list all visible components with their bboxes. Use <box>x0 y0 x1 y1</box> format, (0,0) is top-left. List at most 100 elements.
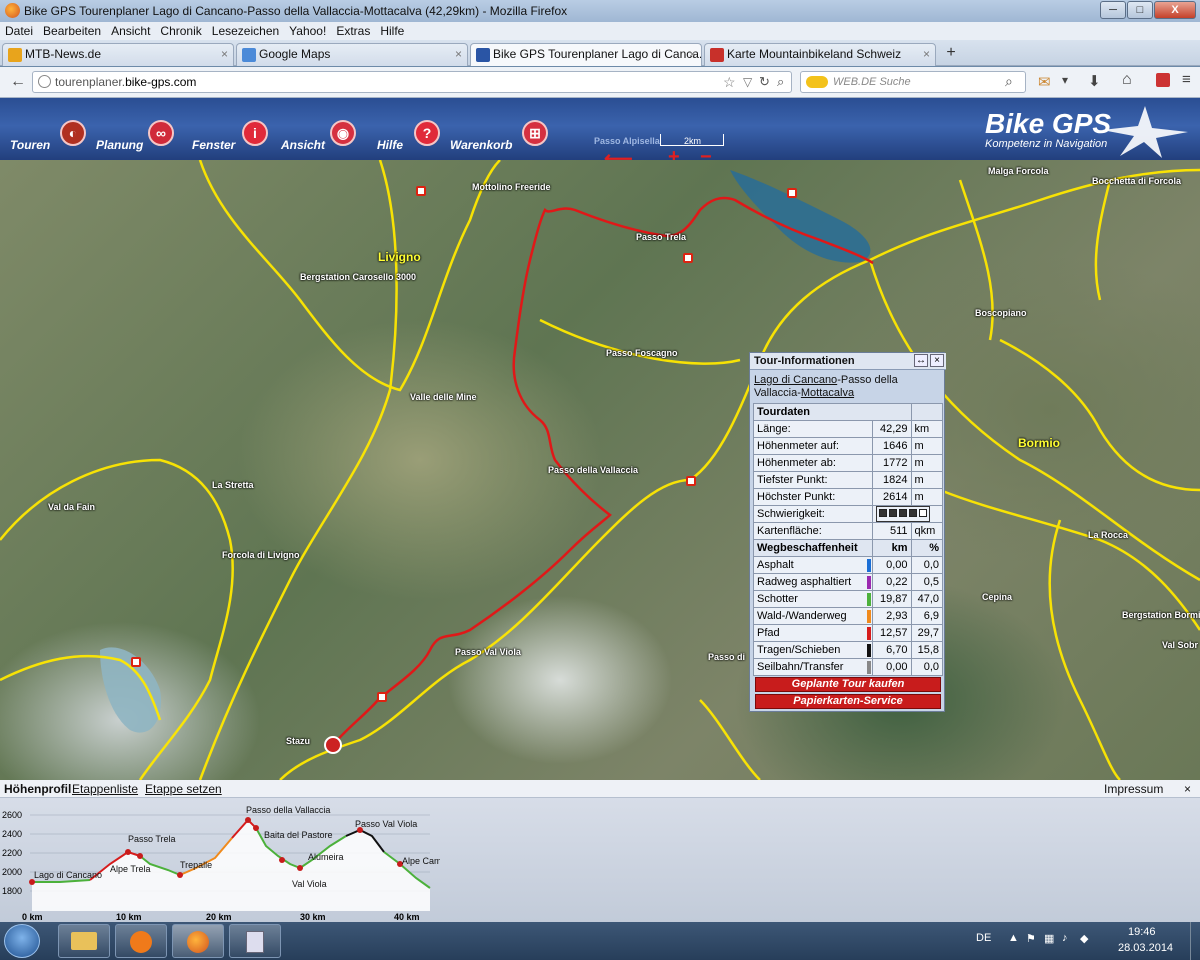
tour-start-link[interactable]: Lago di Cancano <box>754 374 837 386</box>
menu-fenster[interactable]: Fenster <box>192 138 235 152</box>
document-taskbar-icon[interactable] <box>229 924 281 958</box>
menu-ansicht[interactable]: Ansicht <box>281 138 325 152</box>
show-desktop-button[interactable] <box>1190 922 1200 960</box>
waypoint-marker[interactable] <box>245 817 251 823</box>
menu-hilfe[interactable]: Hilfe <box>375 22 409 38</box>
flag-icon[interactable]: ⚑ <box>1026 932 1036 945</box>
search-input[interactable]: WEB.DE Suche ⌕ <box>800 71 1026 93</box>
home-icon[interactable]: ⌂ <box>1122 71 1132 89</box>
close-button[interactable]: X <box>1154 1 1196 19</box>
tour-end-link[interactable]: Mottacalva <box>801 387 854 399</box>
menu-warenkorb[interactable]: Warenkorb <box>450 138 512 152</box>
waypoint-marker[interactable] <box>297 865 303 871</box>
language-indicator[interactable]: DE <box>976 932 991 944</box>
menu-extras[interactable]: Extras <box>331 22 375 38</box>
tab-mtb-news[interactable]: MTB-News.de × <box>2 43 234 66</box>
tab-bike-gps[interactable]: Bike GPS Tourenplaner Lago di Canca... × <box>470 43 702 66</box>
waypoint-marker[interactable] <box>137 853 143 859</box>
menu-yahoo[interactable]: Yahoo! <box>284 22 331 38</box>
start-button[interactable] <box>4 924 40 958</box>
hut-icon[interactable] <box>787 188 797 198</box>
security-icon[interactable]: ◆ <box>1080 932 1088 945</box>
menu-hilfe[interactable]: Hilfe <box>377 138 403 152</box>
elevation-profile[interactable]: 2600 2400 2200 2000 1800 0 km 10 km 20 km 30 km 4… <box>0 798 440 922</box>
elevation-close-icon[interactable]: × <box>1184 782 1191 796</box>
volume-icon[interactable]: ♪ <box>1062 932 1068 944</box>
tab-hoehenprofil[interactable]: Höhenprofil <box>4 782 71 796</box>
tray-arrow-icon[interactable]: ▲ <box>1008 932 1019 944</box>
tab-etappe-setzen[interactable]: Etappe setzen <box>145 782 222 796</box>
bookmark-star-icon[interactable]: ☆ <box>723 74 736 91</box>
paper-map-service-button[interactable]: Papierkarten-Service <box>755 694 941 709</box>
scale-label: 2km <box>684 136 702 146</box>
start-marker-icon[interactable] <box>324 736 342 754</box>
tour-info-panel[interactable]: Tour-Informationen ↔ × Lago di Cancano-P… <box>749 352 946 712</box>
maximize-button[interactable]: □ <box>1127 1 1153 19</box>
url-bar[interactable]: tourenplaner.bike-gps.com ☆ ▽ ↻ ⌕ <box>32 71 792 93</box>
menu-planung[interactable]: Planung <box>96 138 143 152</box>
menu-touren[interactable]: Touren <box>10 138 50 152</box>
new-tab-button[interactable]: + <box>940 44 962 64</box>
hut-icon[interactable] <box>377 692 387 702</box>
menu-ansicht[interactable]: Ansicht <box>106 22 155 38</box>
minimize-button[interactable]: ─ <box>1100 1 1126 19</box>
mail-icon[interactable]: ✉ <box>1038 73 1051 91</box>
cart-icon[interactable]: ⊞ <box>522 120 548 146</box>
surface-label: Tragen/Schieben <box>752 641 874 659</box>
menu-lesezeichen[interactable]: Lesezeichen <box>207 22 284 38</box>
search-icon[interactable]: ⌕ <box>777 74 784 90</box>
mail-dropdown-icon[interactable]: ▾ <box>1062 73 1068 87</box>
surface-name: Wald-/Wanderweg <box>757 610 847 622</box>
panel-close-icon[interactable]: × <box>930 354 944 367</box>
row-unit: m <box>910 454 943 472</box>
hut-icon[interactable] <box>131 657 141 667</box>
map-label: La Rocca <box>1088 530 1129 540</box>
resize-icon[interactable]: ↔ <box>914 354 928 367</box>
reload-icon[interactable]: ↻ <box>759 74 770 90</box>
menu-chronik[interactable]: Chronik <box>155 22 206 38</box>
tab-close-icon[interactable]: × <box>689 47 696 61</box>
tab-label: Karte Mountainbikeland Schweiz <box>727 47 902 61</box>
menu-datei[interactable]: Datei <box>0 22 38 38</box>
ansicht-eye-icon[interactable]: ◉ <box>330 120 356 146</box>
surface-km: 19,87 <box>872 590 912 608</box>
waypoint-marker[interactable] <box>125 849 131 855</box>
planung-icon[interactable]: ∞ <box>148 120 174 146</box>
menu-icon[interactable]: ≡ <box>1182 71 1191 88</box>
impressum-link[interactable]: Impressum <box>1104 782 1163 796</box>
menu-bearbeiten[interactable]: Bearbeiten <box>38 22 106 38</box>
media-player-taskbar-icon[interactable] <box>115 924 167 958</box>
buy-tour-button[interactable]: Geplante Tour kaufen <box>755 677 941 692</box>
waypoint-marker[interactable] <box>253 825 259 831</box>
firefox-taskbar-icon[interactable] <box>172 924 224 958</box>
tab-google-maps[interactable]: Google Maps × <box>236 43 468 66</box>
back-button[interactable]: ← <box>6 71 30 93</box>
dropdown-icon[interactable]: ▽ <box>743 75 752 89</box>
waypoint-label: Alpe Campo <box>402 856 440 866</box>
download-icon[interactable]: ⬇ <box>1088 72 1101 90</box>
map-label: Malga Forcola <box>988 166 1049 176</box>
addon-icon[interactable] <box>1156 73 1170 87</box>
map-label: Passo di <box>708 652 746 662</box>
waypoint-marker[interactable] <box>279 857 285 863</box>
search-go-icon[interactable]: ⌕ <box>1005 73 1013 90</box>
hilfe-icon[interactable]: ? <box>414 120 440 146</box>
touren-icon[interactable]: ◐ <box>60 120 86 146</box>
hut-icon[interactable] <box>683 253 693 263</box>
tab-karte-schweiz[interactable]: Karte Mountainbikeland Schweiz × <box>704 43 936 66</box>
x-tick-label: 20 km <box>206 912 232 922</box>
tab-etappenliste[interactable]: Etappenliste <box>72 782 138 796</box>
waypoint-marker[interactable] <box>177 872 183 878</box>
surface-km: 12,57 <box>872 624 912 642</box>
hut-icon[interactable] <box>416 186 426 196</box>
tab-close-icon[interactable]: × <box>221 47 228 61</box>
clock-time[interactable]: 19:46 <box>1128 926 1156 938</box>
map-view[interactable]: Mottolino Freeride Livigno Bergstation C… <box>0 160 1200 780</box>
explorer-taskbar-icon[interactable] <box>58 924 110 958</box>
network-icon[interactable]: ▦ <box>1044 932 1054 945</box>
fenster-icon[interactable]: i <box>242 120 268 146</box>
tab-close-icon[interactable]: × <box>455 47 462 61</box>
tab-close-icon[interactable]: × <box>923 47 930 61</box>
clock-date[interactable]: 28.03.2014 <box>1118 942 1173 954</box>
hut-icon[interactable] <box>686 476 696 486</box>
